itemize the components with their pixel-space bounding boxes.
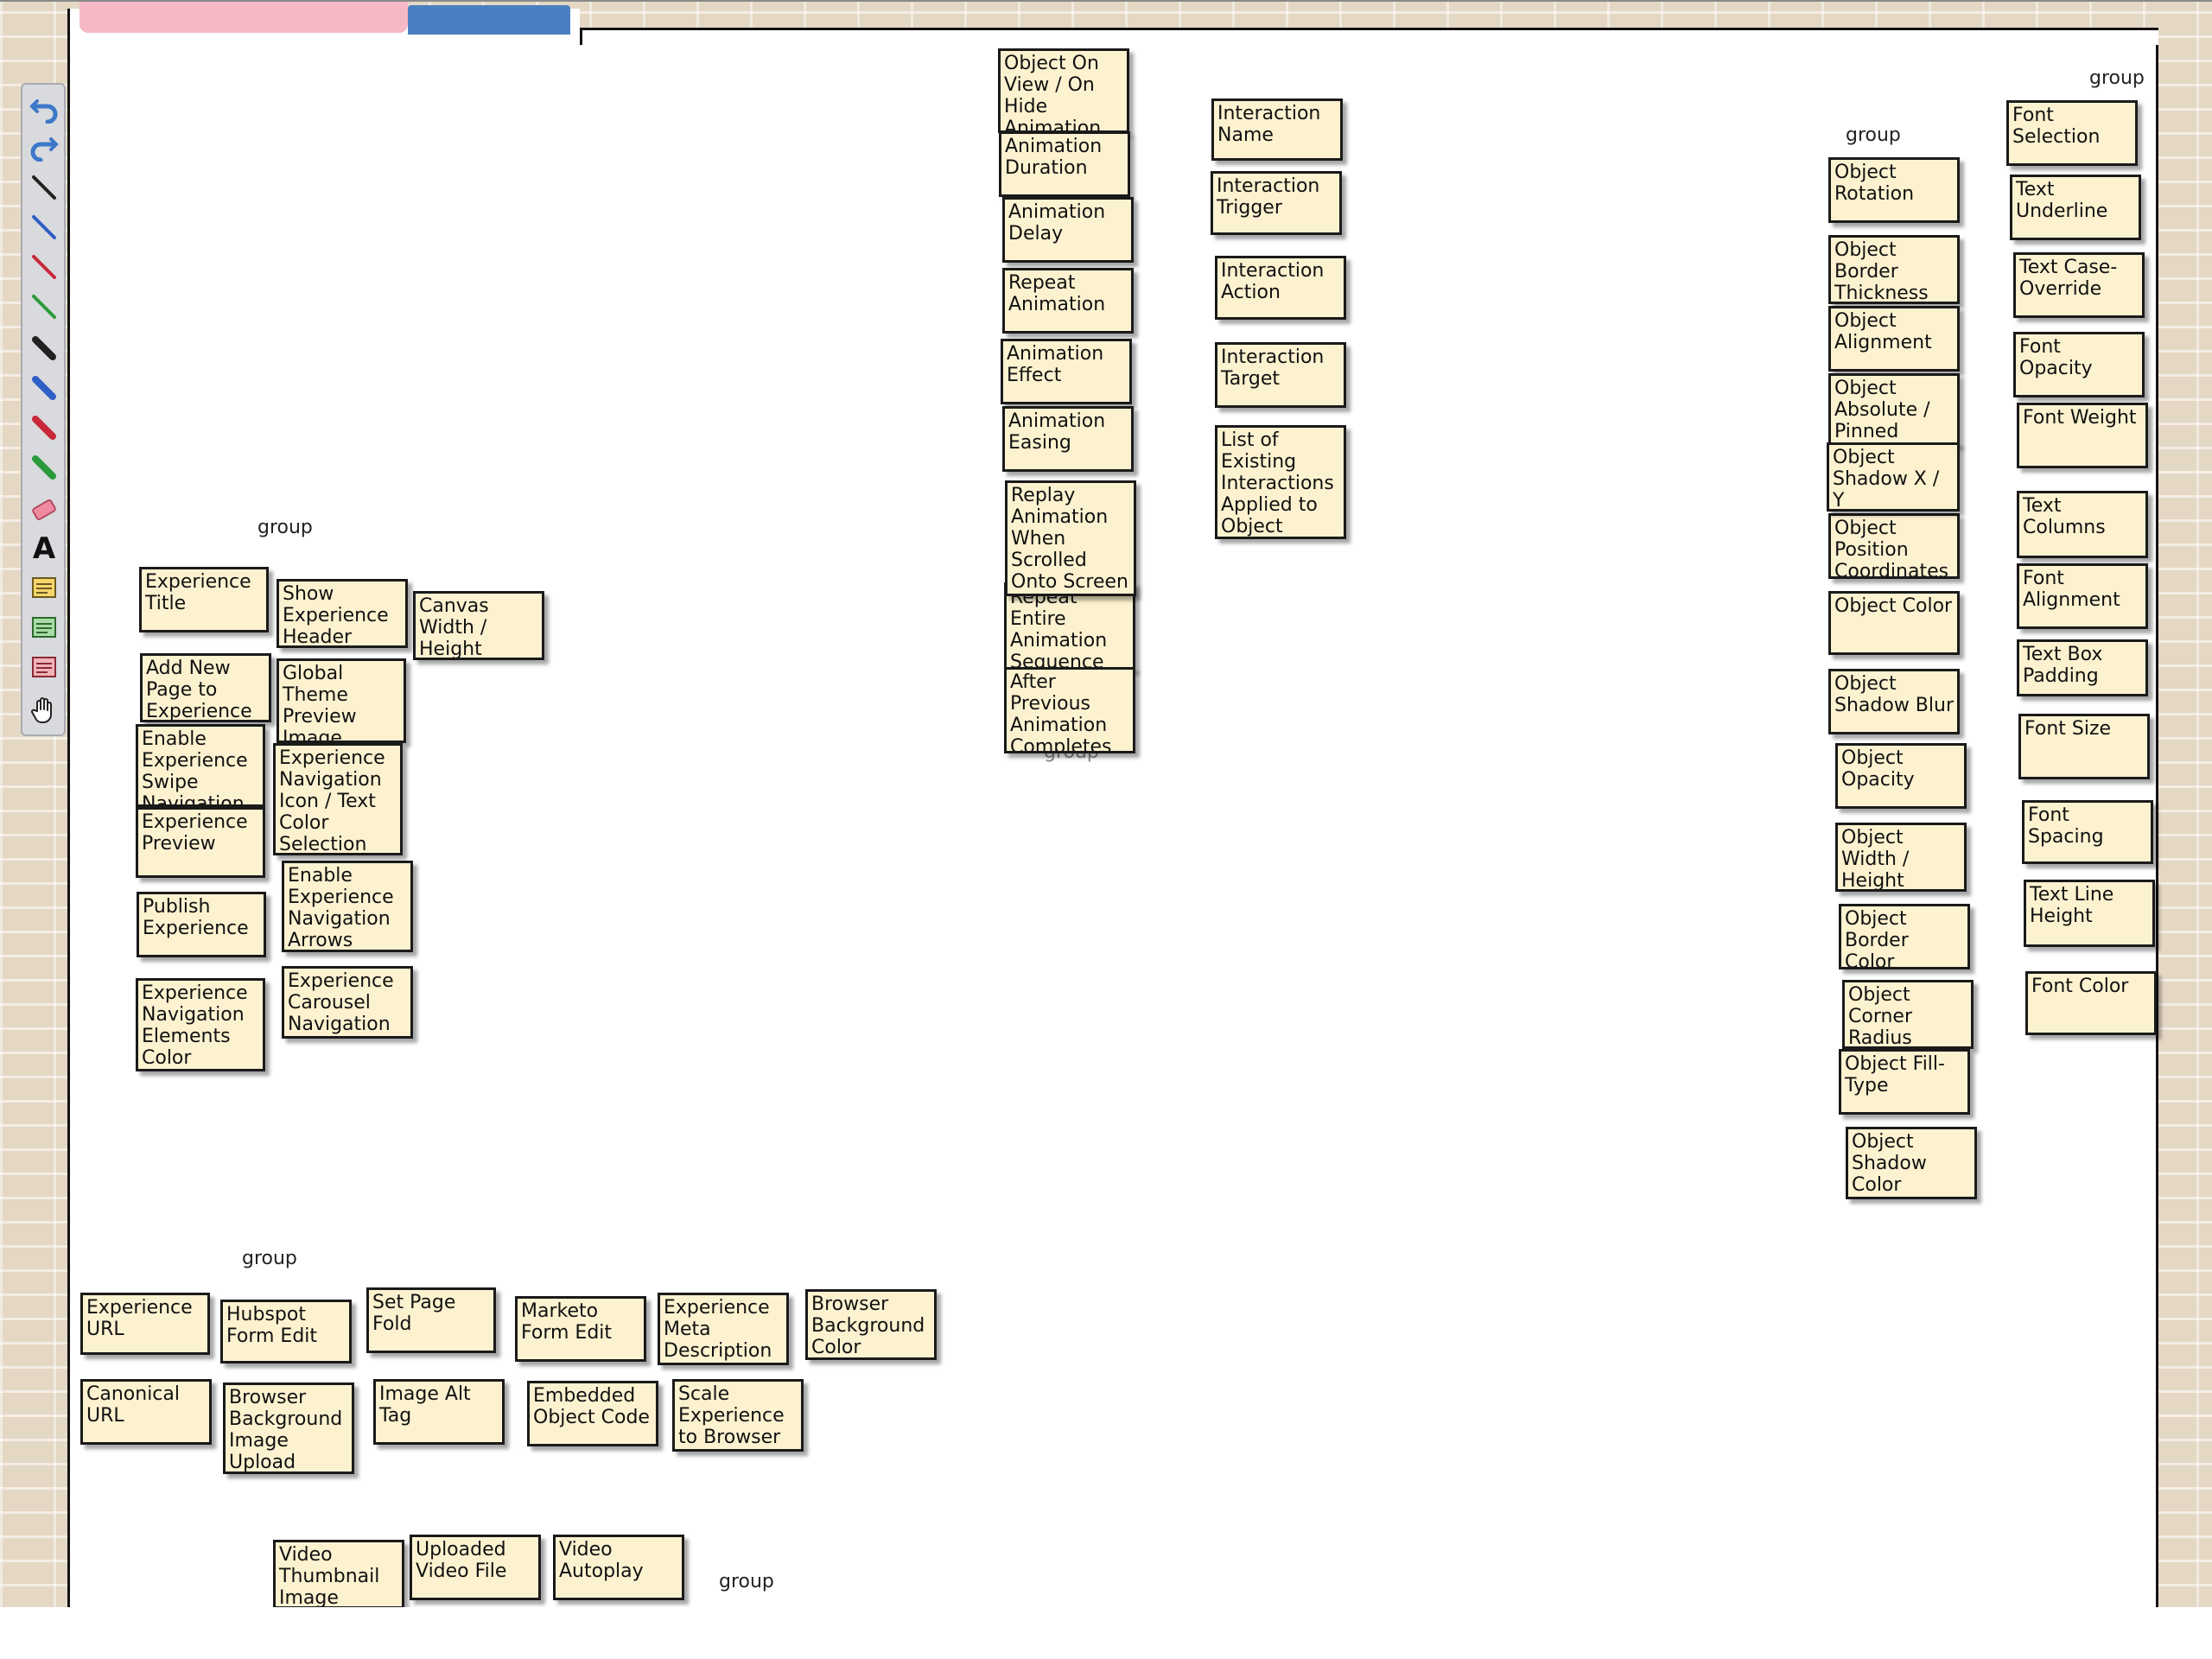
eraser-icon[interactable] (26, 491, 62, 527)
sticky-note[interactable]: Animation Effect (1001, 339, 1132, 404)
sticky-note[interactable]: Font Spacing (2022, 800, 2153, 864)
sticky-note[interactable]: Video Autoplay (553, 1535, 684, 1600)
sticky-note[interactable]: Experience URL (80, 1293, 210, 1355)
sticky-note[interactable]: Object Alignment (1828, 306, 1960, 372)
sticky-note[interactable]: Font Opacity (2013, 332, 2145, 397)
sticky-note[interactable]: Uploaded Video File (410, 1535, 541, 1600)
bottom-margin-cover (0, 1607, 2212, 1659)
sticky-note[interactable]: Object Position Coordinates (1828, 513, 1960, 579)
sticky-note[interactable]: Font Size (2018, 714, 2150, 779)
sticky-note[interactable]: Object Shadow X / Y (1827, 442, 1960, 512)
sticky-note[interactable]: Interaction Target (1215, 342, 1346, 408)
sticky-note[interactable]: Experience Meta Description (658, 1293, 789, 1365)
blue-tab[interactable] (408, 5, 570, 35)
sticky-note[interactable]: Browser Background Image Upload (223, 1382, 354, 1474)
sticky-note[interactable]: Replay Animation When Scrolled Onto Scre… (1005, 480, 1136, 596)
group-label: group (1846, 124, 1901, 146)
canvas-top-edge (580, 28, 2158, 45)
text-tool-icon[interactable]: A (26, 531, 62, 567)
sticky-note[interactable]: Text Columns (2017, 491, 2148, 558)
sticky-note[interactable]: Image Alt Tag (373, 1379, 505, 1445)
red-marker-icon[interactable] (26, 410, 62, 446)
yellow-note-icon[interactable] (26, 570, 62, 607)
sticky-note[interactable]: Scale Experience to Browser (672, 1379, 804, 1452)
blue-pen-icon[interactable] (26, 209, 62, 245)
black-pen-icon[interactable] (26, 169, 62, 206)
sticky-note[interactable]: Object Fill-Type (1839, 1049, 1970, 1115)
sticky-note[interactable]: Canvas Width / Height (413, 591, 544, 660)
sticky-note[interactable]: Interaction Trigger (1211, 171, 1342, 235)
sticky-note[interactable]: Object Shadow Blur (1828, 669, 1960, 734)
sticky-note[interactable]: Repeat Animation (1002, 268, 1134, 334)
sticky-note[interactable]: Text Case-Override (2013, 252, 2145, 318)
group-label: group (2089, 67, 2145, 89)
sticky-note[interactable]: Interaction Action (1215, 256, 1346, 320)
green-note-icon[interactable] (26, 610, 62, 646)
blue-marker-icon[interactable] (26, 370, 62, 406)
red-note-icon[interactable] (26, 650, 62, 686)
sticky-note[interactable]: Font Color (2025, 971, 2157, 1035)
sticky-note[interactable]: Add New Page to Experience (140, 653, 271, 722)
sticky-note[interactable]: Text Line Height (2024, 880, 2155, 947)
group-label: group (242, 1248, 297, 1269)
sticky-note[interactable]: Marketo Form Edit (515, 1296, 646, 1362)
sticky-note[interactable]: Experience Title (139, 567, 269, 632)
sticky-note[interactable]: Font Weight (2017, 403, 2148, 468)
sticky-note[interactable]: Experience Carousel Navigation (282, 966, 413, 1039)
sticky-note[interactable]: Font Selection (2006, 100, 2138, 166)
sticky-note[interactable]: Object Border Color (1839, 904, 1970, 969)
text-tool-glyph: A (32, 531, 56, 566)
pink-tab[interactable] (79, 0, 408, 33)
green-marker-icon[interactable] (26, 449, 62, 486)
sticky-note[interactable]: Show Experience Header (276, 579, 408, 648)
sticky-note[interactable]: Enable Experience Swipe Navigation (136, 724, 265, 807)
sticky-note[interactable]: Set Page Fold (366, 1287, 496, 1353)
sticky-note[interactable]: Canonical URL (80, 1379, 212, 1445)
sticky-note[interactable]: Global Theme Preview Image (276, 658, 406, 743)
redo-icon[interactable] (26, 128, 62, 164)
sticky-note[interactable]: Interaction Name (1211, 99, 1343, 161)
sticky-note[interactable]: Object Shadow Color (1846, 1127, 1977, 1199)
sticky-note[interactable]: Browser Background Color (805, 1289, 937, 1360)
black-marker-icon[interactable] (26, 330, 62, 366)
sticky-note[interactable]: Embedded Object Code (527, 1381, 658, 1446)
sticky-note[interactable]: Object Absolute / Pinned (1828, 373, 1960, 446)
sticky-note[interactable]: Enable Experience Navigation Arrows (282, 861, 413, 952)
red-pen-icon[interactable] (26, 249, 62, 285)
sticky-note[interactable]: Experience Navigation Elements Color (136, 978, 265, 1071)
drawing-toolbar: A (21, 83, 66, 736)
sticky-note[interactable]: Text Box Padding (2017, 639, 2148, 696)
sticky-note[interactable]: Experience Navigation Icon / Text Color … (273, 743, 403, 855)
green-pen-icon[interactable] (26, 289, 62, 325)
sticky-note[interactable]: Object Corner Radius (1842, 980, 1974, 1049)
sticky-note[interactable]: Object Color (1828, 591, 1960, 655)
sticky-note[interactable]: Animation Delay (1002, 197, 1134, 263)
hand-pan-icon[interactable] (26, 691, 62, 728)
sticky-note[interactable]: Publish Experience (137, 892, 266, 957)
sticky-note[interactable]: List of Existing Interactions Applied to… (1215, 425, 1346, 539)
sticky-note[interactable]: Experience Preview (136, 807, 265, 878)
sticky-note[interactable]: After Previous Animation Completes (1004, 667, 1135, 753)
sticky-note[interactable]: Animation Easing (1002, 406, 1134, 472)
sticky-note[interactable]: Text Underline (2010, 175, 2141, 240)
sticky-note[interactable]: Hubspot Form Edit (220, 1300, 352, 1363)
group-label: group (719, 1571, 774, 1592)
sticky-note[interactable]: Video Thumbnail Image (273, 1540, 404, 1609)
sticky-note[interactable]: Object Border Thickness (1828, 235, 1960, 304)
top-tab-strip (79, 0, 572, 35)
undo-icon[interactable] (26, 90, 62, 126)
sticky-note[interactable]: Object Rotation (1828, 157, 1960, 223)
sticky-note[interactable]: Object Opacity (1835, 743, 1967, 809)
sticky-note[interactable]: Animation Duration (999, 131, 1130, 197)
sticky-note[interactable]: Object On View / On Hide Animation (998, 48, 1129, 133)
sticky-note[interactable]: Object Width / Height (1835, 823, 1967, 892)
sticky-note[interactable]: Font Alignment (2017, 563, 2148, 629)
group-label: group (257, 517, 313, 538)
